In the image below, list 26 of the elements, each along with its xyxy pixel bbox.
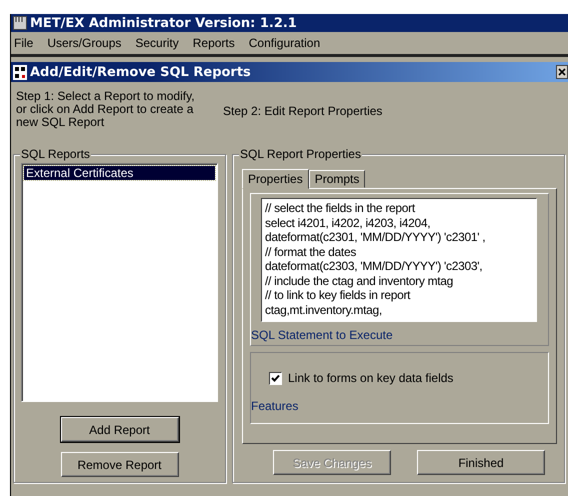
- step-one-text: Step 1: Select a Report to modify, or click on Add Report to create a new SQL Report: [16, 90, 196, 128]
- app-icon: [13, 16, 27, 30]
- tab[interactable]: Properties: [242, 169, 309, 189]
- tab[interactable]: Prompts: [308, 170, 366, 188]
- sql-caption: SQL Statement to Execute: [251, 328, 394, 342]
- finished-button[interactable]: Finished: [417, 450, 545, 475]
- group-title: SQL Report Properties: [239, 147, 362, 161]
- sql-statement-field[interactable]: // select the fields in the report select i4201, i4202, i4203, i4204, dateformat(c2301, 'MM/DD/YYYY') 'c2301' , // format the dates dateformat(c2303, 'MM/DD/YYYY') 'c2303', // include the ctag and inventory mtag // to link to key fields in report ctag,mt.inventory.mtag,: [261, 198, 537, 322]
- add-report-button[interactable]: Add Report: [60, 417, 178, 442]
- dialog-icon: [13, 64, 27, 80]
- menu-item[interactable]: Security: [135, 36, 179, 50]
- menu-item[interactable]: Reports: [192, 36, 235, 50]
- menu-item[interactable]: File: [14, 36, 34, 50]
- menu-item[interactable]: Configuration: [248, 36, 320, 50]
- step-two-text: Step 2: Edit Report Properties: [223, 104, 382, 118]
- checkbox[interactable]: [269, 372, 282, 384]
- list-item[interactable]: External Certificates: [24, 166, 215, 180]
- group-title: SQL Reports: [20, 147, 91, 161]
- features-caption: Features: [251, 399, 300, 413]
- dialog-title: Add/Edit/Remove SQL Reports: [30, 64, 252, 80]
- checkbox-label: Link to forms on key data fields: [288, 371, 454, 385]
- menu-item[interactable]: Users/Groups: [47, 36, 122, 50]
- remove-report-button[interactable]: Remove Report: [60, 452, 178, 477]
- window-title: MET/EX Administrator Version: 1.2.1: [30, 16, 297, 30]
- close-button[interactable]: [556, 65, 568, 79]
- close-icon: [558, 68, 566, 76]
